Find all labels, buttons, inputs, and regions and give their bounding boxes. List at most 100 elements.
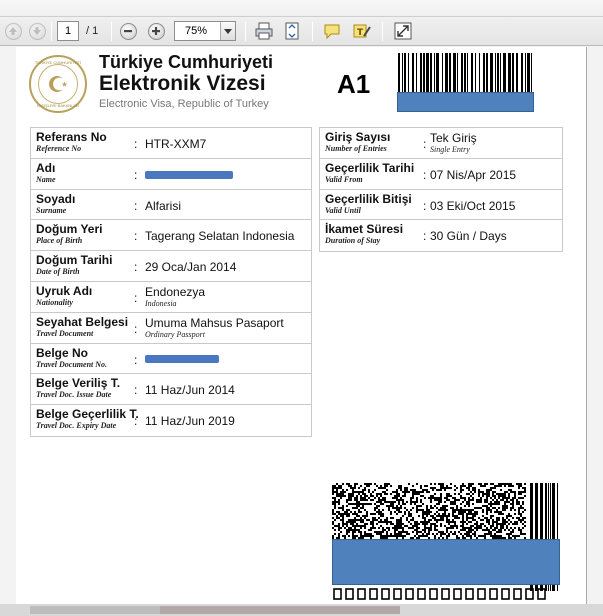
field-label-en: Travel Doc. Issue Date	[36, 390, 112, 400]
field-label-en: Travel Doc. Expiry Date	[36, 421, 117, 431]
visa-holder-table: Referans No Reference No: HTR-XXM7 Adı Name:…	[30, 127, 312, 437]
field-colon: :	[134, 414, 138, 429]
toolbar-separator	[382, 22, 383, 41]
field-label: Doğum Tarihi	[36, 253, 113, 268]
field-value: Tek Giriş	[430, 131, 477, 145]
expand-icon	[394, 22, 412, 40]
crescent-star-icon	[38, 64, 78, 104]
field-label: Referans No	[36, 130, 107, 144]
table-row: Belge Veriliş T. Travel Doc. Issue Date:1…	[31, 374, 311, 406]
zoom-select[interactable]: 75%	[174, 21, 236, 41]
table-row: Doğum Tarihi Date of Birth:29 Oca/Jan 201…	[31, 251, 311, 282]
field-colon: :	[134, 198, 138, 213]
field-label: İkamet Süresi	[325, 222, 404, 237]
document-title-line1: Türkiye Cumhuriyeti	[99, 52, 274, 72]
previous-page-button[interactable]	[3, 21, 23, 41]
toolbar-separator	[245, 22, 246, 41]
field-label-en: Travel Document No.	[36, 359, 108, 369]
field-label-en: Reference No	[36, 144, 82, 153]
field-value: 03 Eki/Oct 2015	[430, 198, 516, 213]
field-value-en: Single Entry	[430, 145, 470, 154]
field-label: Seyahat Belgesi	[36, 314, 129, 329]
svg-text:T: T	[357, 28, 364, 38]
full-screen-button[interactable]	[393, 21, 413, 41]
field-label-en: Valid From	[325, 174, 363, 184]
field-label: Belge Geçerlilik T.	[36, 407, 139, 422]
field-value-en: Ordinary Passport	[145, 329, 205, 339]
field-value: Alfarisi	[145, 198, 182, 213]
taskbar-strip	[0, 604, 603, 616]
field-colon: :	[134, 321, 138, 336]
field-colon: :	[423, 198, 427, 213]
arrow-down-icon	[28, 22, 46, 40]
redaction-box	[332, 539, 560, 585]
field-label: Uyruk Adı	[36, 283, 93, 298]
field-colon: :	[134, 229, 138, 244]
table-row: Seyahat Belgesi Travel Document: Umuma Mah…	[31, 313, 311, 344]
table-row: Belge No Travel Document No.:	[31, 344, 311, 375]
zoom-in-button[interactable]	[146, 21, 166, 41]
zoom-out-icon	[119, 22, 137, 40]
table-row: Giriş Sayısı Number of Entries: Tek Giriş S…	[320, 128, 562, 159]
document-page: TÜRKİYE CUMHURİYETİ DIŞİŞLERİ BAKANLIĞI …	[16, 47, 587, 605]
table-row: Uyruk Adı Nationality: Endonezya Indonesia	[31, 282, 311, 313]
field-label: Adı	[36, 160, 56, 175]
field-label: Giriş Sayısı	[325, 130, 391, 144]
field-value: 11 Haz/Jun 2014	[145, 383, 235, 398]
fit-page-button[interactable]	[282, 21, 302, 41]
field-colon: :	[134, 290, 138, 305]
field-value: 11 Haz/Jun 2019	[145, 414, 235, 429]
document-title-line2: Elektronik Vizesi	[99, 72, 266, 95]
chevron-down-icon[interactable]	[220, 22, 235, 40]
field-value: Umuma Mahsus Pasaport	[145, 315, 284, 330]
table-row: Geçerlilik Tarihi Valid From:07 Nis/Apr 2…	[320, 159, 562, 190]
field-colon: :	[134, 260, 138, 275]
next-page-button[interactable]	[27, 21, 47, 41]
field-label-en: Date of Birth	[36, 267, 80, 277]
field-label: Belge Veriliş T.	[36, 376, 121, 391]
field-value: 29 Oca/Jan 2014	[145, 260, 237, 275]
redaction-box	[145, 170, 233, 179]
field-colon: :	[423, 229, 427, 244]
sign-icon: T	[353, 24, 371, 38]
comment-button[interactable]	[322, 21, 342, 41]
table-row: İkamet Süresi Duration of Stay:30 Gün / D…	[320, 220, 562, 251]
redaction-box	[145, 354, 219, 363]
sign-button[interactable]: T	[352, 21, 372, 41]
strip-block	[160, 606, 400, 614]
field-value: 30 Gün / Days	[430, 229, 507, 244]
table-row: Belge Geçerlilik T. Travel Doc. Expiry Da…	[31, 405, 311, 436]
table-row: Adı Name:	[31, 159, 311, 190]
field-colon: :	[134, 383, 138, 398]
zoom-value: 75%	[185, 25, 208, 37]
field-label-en: Name	[36, 174, 56, 184]
field-colon: :	[423, 137, 427, 151]
fit-page-icon	[285, 22, 299, 40]
field-colon: :	[134, 137, 138, 151]
document-subtitle: Electronic Visa, Republic of Turkey	[99, 98, 269, 110]
field-value: 07 Nis/Apr 2015	[430, 167, 517, 182]
field-label: Geçerlilik Bitişi	[325, 191, 412, 206]
table-row: Geçerlilik Bitişi Valid Until:03 Eki/Oct …	[320, 190, 562, 221]
field-value: Endonezya	[145, 284, 206, 299]
redaction-box	[397, 92, 534, 112]
print-button[interactable]	[254, 21, 274, 41]
pdf-toolbar: 1 / 1 75% T	[0, 0, 603, 46]
toolbar-separator	[51, 22, 52, 41]
field-label-en: Number of Entries	[325, 144, 387, 153]
comment-icon	[324, 24, 340, 40]
page-total-label: / 1	[86, 25, 99, 37]
zoom-out-button[interactable]	[118, 21, 138, 41]
toolbar-divider	[0, 16, 603, 17]
field-label: Soyadı	[36, 191, 76, 206]
field-label-en: Valid Until	[325, 205, 361, 215]
visa-validity-table: Giriş Sayısı Number of Entries: Tek Giriş S…	[319, 127, 563, 253]
field-label-en: Surname	[36, 205, 67, 215]
field-label-en: Travel Document	[36, 328, 94, 338]
page-number-input[interactable]: 1	[57, 21, 79, 41]
toolbar-separator	[312, 22, 313, 41]
field-label: Geçerlilik Tarihi	[325, 160, 415, 175]
toolbar-separator	[111, 22, 112, 41]
table-row: Doğum Yeri Place of Birth: Tagerang Selata…	[31, 220, 311, 252]
field-value: Tagerang Selatan Indonesia	[145, 229, 295, 244]
